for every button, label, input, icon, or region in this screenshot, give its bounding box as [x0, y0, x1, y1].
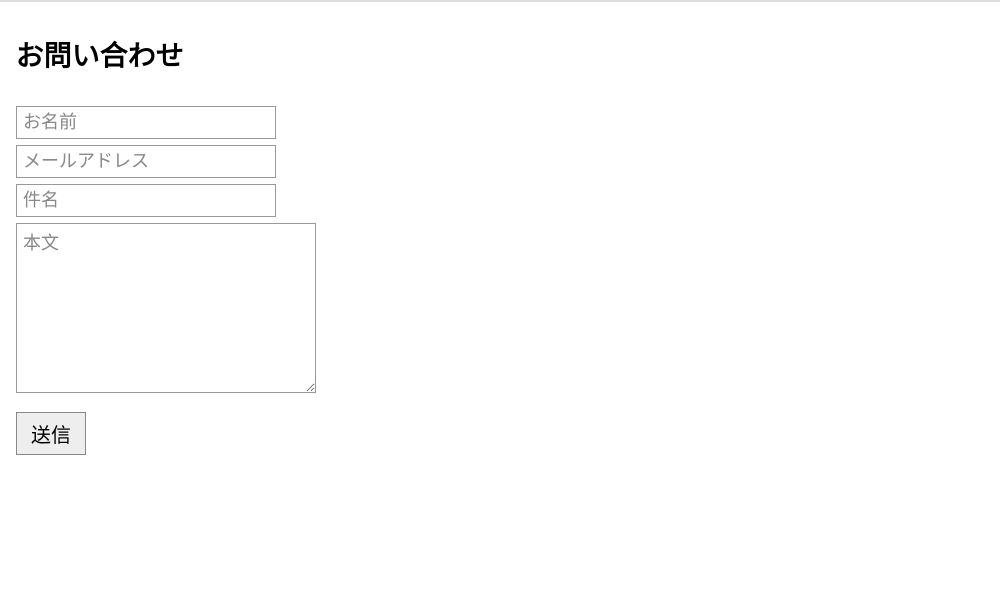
submit-button[interactable]: 送信 [16, 412, 86, 455]
contact-form: 送信 [16, 106, 984, 455]
page-title: お問い合わせ [16, 34, 984, 74]
email-input[interactable] [16, 145, 276, 178]
body-textarea[interactable] [16, 223, 316, 393]
name-input[interactable] [16, 106, 276, 139]
subject-input[interactable] [16, 184, 276, 217]
